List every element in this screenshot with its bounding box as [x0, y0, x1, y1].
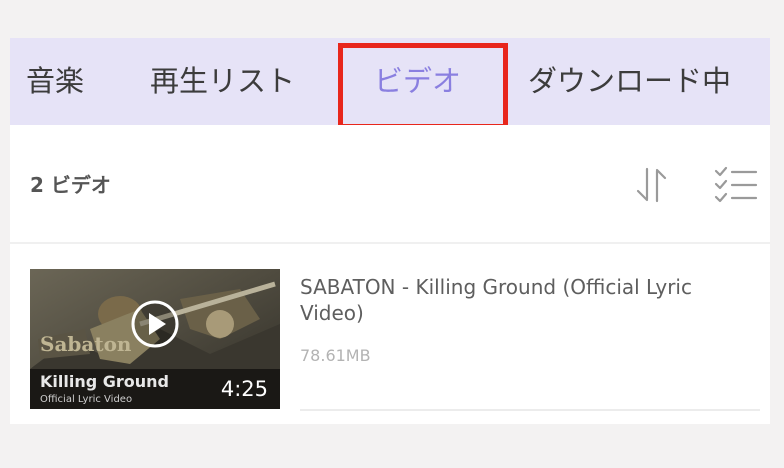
- play-icon: [131, 300, 179, 348]
- tab-music[interactable]: 音楽: [26, 38, 84, 125]
- video-title: SABATON - Killing Ground (Official Lyric…: [300, 275, 692, 325]
- tab-video[interactable]: ビデオ: [374, 38, 461, 125]
- thumbnail-title: Killing Ground: [40, 372, 169, 391]
- multi-select-button[interactable]: [710, 163, 760, 207]
- video-list-item[interactable]: Sabaton Killing Ground Official Lyric Vi…: [10, 244, 770, 424]
- tab-bar: 音楽 再生リスト ビデオ ダウンロード中: [10, 38, 770, 129]
- app-screen: 音楽 再生リスト ビデオ ダウンロード中 2 ビデオ Sabaton Killi…: [10, 38, 770, 424]
- list-header: 2 ビデオ: [10, 125, 770, 243]
- sort-button[interactable]: [632, 163, 676, 207]
- play-button[interactable]: [130, 299, 180, 349]
- tab-playlist[interactable]: 再生リスト: [150, 38, 295, 125]
- sort-icon: [636, 167, 667, 203]
- thumbnail-subtitle: Official Lyric Video: [40, 394, 133, 405]
- tab-downloading[interactable]: ダウンロード中: [528, 38, 731, 125]
- video-thumbnail[interactable]: Sabaton Killing Ground Official Lyric Vi…: [30, 269, 280, 409]
- video-file-size: 78.61MB: [300, 346, 371, 365]
- video-duration: 4:25: [220, 377, 268, 401]
- svg-text:Sabaton: Sabaton: [40, 332, 132, 356]
- checklist-icon: [714, 166, 758, 203]
- video-count-label: 2 ビデオ: [30, 173, 111, 197]
- item-divider: [300, 409, 760, 411]
